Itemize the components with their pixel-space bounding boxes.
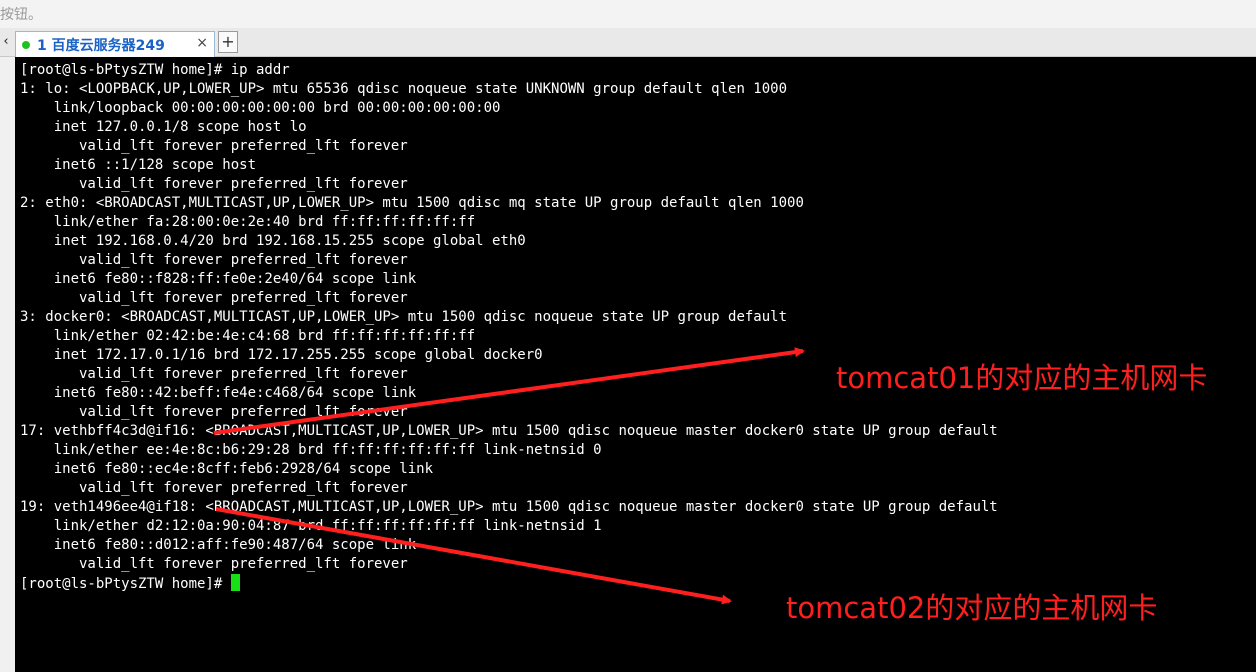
arrow-to-veth-17 xyxy=(213,347,805,435)
arrow-to-veth-19 xyxy=(215,507,732,605)
annotation-tomcat01: tomcat01的对应的主机网卡 xyxy=(836,361,1208,395)
annotation-tomcat02: tomcat02的对应的主机网卡 xyxy=(786,591,1158,625)
annotation-arrows xyxy=(213,347,805,605)
